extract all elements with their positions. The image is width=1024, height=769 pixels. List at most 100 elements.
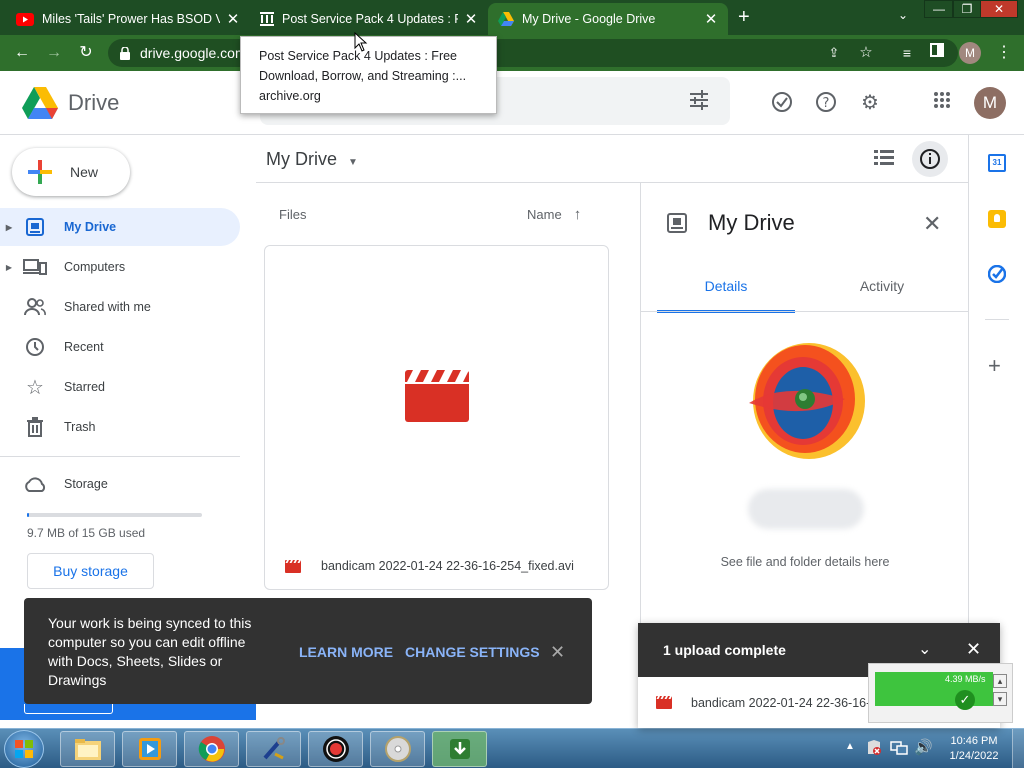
volume-icon[interactable]: 🔊 [914, 738, 933, 756]
forward-arrow-icon[interactable]: → [44, 43, 64, 63]
apps-grid-icon[interactable] [930, 91, 954, 115]
close-tab-icon[interactable]: ✕ [704, 10, 718, 28]
google-drive-icon [22, 87, 58, 119]
reload-icon[interactable]: ↻ [76, 43, 96, 63]
network-icon[interactable] [890, 740, 908, 759]
back-arrow-icon[interactable]: ← [12, 43, 32, 63]
buy-storage-button[interactable]: Buy storage [27, 553, 154, 589]
sidebar-item-shared-with-me[interactable]: Shared with me [0, 288, 240, 326]
list-view-icon[interactable] [874, 149, 894, 170]
shared-people-icon [22, 296, 48, 318]
account-avatar[interactable]: M [974, 87, 1006, 119]
browser-tab-drive[interactable]: My Drive - Google Drive ✕ [488, 3, 728, 35]
action-center-icon[interactable] [866, 740, 882, 759]
details-title: My Drive [708, 210, 795, 235]
youtube-icon [16, 12, 34, 26]
sidebar-item-recent[interactable]: Recent [0, 328, 240, 366]
details-empty-text: See file and folder details here [720, 555, 890, 569]
sidebar-item-trash[interactable]: Trash [0, 408, 240, 446]
mouse-cursor-icon [354, 32, 368, 52]
empty-state-illustration [749, 343, 865, 459]
download-manager-icon [449, 739, 470, 759]
learn-more-button[interactable]: LEARN MORE [299, 644, 393, 660]
browser-tab-youtube[interactable]: Miles 'Tails' Prower Has BSOD VM ✕ [6, 3, 250, 35]
taskbar-chrome[interactable] [184, 731, 239, 767]
info-icon[interactable] [912, 141, 948, 177]
url-text: drive.google.com [140, 45, 247, 61]
minimize-button[interactable]: — [924, 0, 954, 18]
tab-search-icon[interactable]: ⌄ [898, 8, 908, 22]
sidebar-item-label: Trash [64, 420, 96, 434]
storage-used-text: 9.7 MB of 15 GB used [27, 526, 146, 540]
windows-logo-icon [15, 740, 33, 758]
tasks-icon[interactable] [987, 264, 1007, 286]
side-panel-icon[interactable] [927, 43, 947, 63]
archive-org-icon [260, 12, 274, 26]
help-icon[interactable]: ? [814, 91, 838, 115]
taskbar-bandicam[interactable] [308, 731, 363, 767]
close-window-button[interactable]: ✕ [980, 0, 1018, 18]
start-button[interactable] [4, 730, 44, 768]
close-upload-panel-icon[interactable]: ✕ [966, 639, 981, 660]
file-name-row[interactable]: bandicam 2022-01-24 22-36-16-254_fixed.a… [265, 542, 608, 590]
network-meter-widget[interactable]: 4.39 MB/s ✓ ▴ ▾ [868, 663, 1013, 723]
taskbar-tool[interactable] [246, 731, 301, 767]
add-app-icon[interactable]: + [988, 353, 1001, 379]
expand-arrow-icon[interactable]: ▶ [0, 263, 16, 272]
expand-arrow-icon[interactable]: ▶ [0, 223, 16, 232]
files-section-header: Files [279, 207, 307, 222]
taskbar-download-manager[interactable] [432, 731, 487, 767]
chrome-menu-icon[interactable]: ⋮ [994, 43, 1014, 63]
star-icon: ☆ [26, 376, 44, 399]
share-icon[interactable]: ⇪ [824, 43, 844, 63]
show-desktop-button[interactable] [1012, 729, 1024, 769]
file-card[interactable]: bandicam 2022-01-24 22-36-16-254_fixed.a… [264, 245, 609, 590]
breadcrumb-bar: My Drive ▼ [256, 135, 968, 183]
close-details-icon[interactable]: ✕ [923, 211, 941, 237]
sidebar-item-starred[interactable]: ☆ Starred [0, 368, 240, 406]
taskbar-media-player[interactable] [122, 731, 177, 767]
video-file-icon [285, 559, 301, 573]
taskbar-disc[interactable] [370, 731, 425, 767]
reading-list-icon[interactable]: ≡ [897, 43, 917, 63]
collapse-chevron-icon[interactable]: ⌄ [918, 639, 931, 659]
drive-logo[interactable]: Drive [22, 85, 162, 121]
restore-button[interactable]: ❐ [952, 0, 982, 18]
sync-snackbar: Your work is being synced to this comput… [24, 598, 592, 704]
tab-details[interactable]: Details [657, 271, 795, 313]
change-settings-button[interactable]: CHANGE SETTINGS [405, 644, 540, 660]
keep-icon[interactable] [988, 210, 1006, 228]
sidebar-item-storage[interactable]: Storage [0, 465, 240, 503]
sidebar-item-my-drive[interactable]: ▶ My Drive [0, 208, 240, 246]
tab-activity[interactable]: Activity [811, 271, 953, 313]
close-tab-icon[interactable]: ✕ [464, 10, 478, 28]
storage-meter [27, 513, 202, 517]
offline-ready-icon[interactable] [770, 91, 794, 115]
tab-title: My Drive - Google Drive [522, 12, 656, 26]
meter-arrow-down-icon[interactable]: ▾ [993, 692, 1007, 706]
meter-arrow-up-icon[interactable]: ▴ [993, 674, 1007, 688]
taskbar-explorer[interactable] [60, 731, 115, 767]
close-tab-icon[interactable]: ✕ [226, 10, 240, 28]
new-button[interactable]: New [12, 148, 130, 196]
new-tab-button[interactable]: + [738, 4, 758, 30]
bookmark-star-icon[interactable]: ☆ [856, 43, 876, 63]
sidebar-item-computers[interactable]: ▶ Computers [0, 248, 240, 286]
media-player-icon [138, 738, 161, 760]
tooltip-domain: archive.org [259, 89, 321, 103]
show-hidden-icons[interactable]: ▲ [845, 741, 855, 752]
record-icon [322, 736, 349, 762]
settings-gear-icon[interactable]: ⚙ [858, 91, 882, 115]
browser-tab-archive[interactable]: Post Service Pack 4 Updates : Free ✕ [250, 3, 488, 35]
search-options-icon[interactable] [688, 89, 710, 114]
close-snackbar-icon[interactable]: ✕ [550, 642, 565, 663]
chrome-icon [198, 736, 225, 762]
calendar-icon[interactable]: 31 [988, 154, 1006, 172]
upload-status-title: 1 upload complete [663, 642, 786, 658]
video-file-icon [656, 696, 672, 709]
taskbar-clock[interactable]: 10:46 PM 1/24/2022 [942, 734, 1006, 764]
sort-by-name-button[interactable]: Name ↑ [527, 206, 581, 223]
windows-taskbar: ▲ 🔊 10:46 PM 1/24/2022 [0, 728, 1024, 769]
profile-avatar[interactable]: M [959, 42, 981, 64]
breadcrumb-my-drive[interactable]: My Drive ▼ [266, 149, 358, 170]
